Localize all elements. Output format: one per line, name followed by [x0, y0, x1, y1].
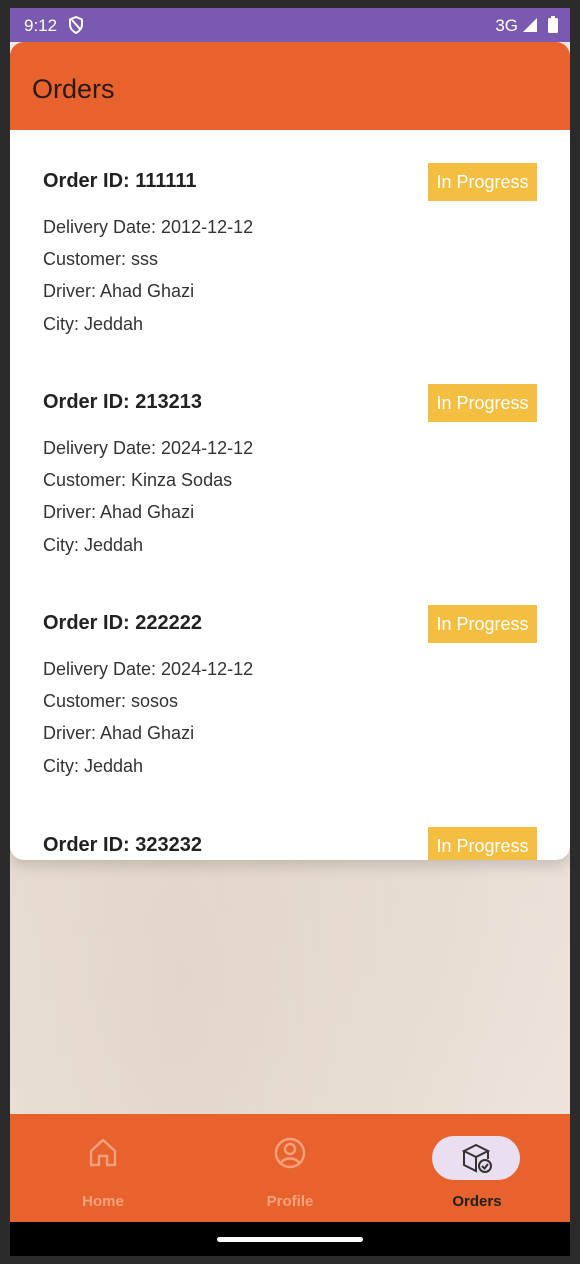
nav-orders[interactable]: Orders	[384, 1114, 570, 1222]
order-customer: Customer: sss	[43, 249, 159, 269]
order-city: City: Jeddah	[43, 314, 144, 334]
order-card[interactable]: Order ID: 222222 In Progress Delivery Da…	[10, 572, 570, 776]
orders-list[interactable]: Order ID: 111111 In Progress Delivery Da…	[10, 130, 570, 860]
nav-profile[interactable]: Profile	[197, 1114, 383, 1222]
status-badge: In Progress	[428, 605, 537, 643]
order-driver: Driver: Ahad Ghazi	[43, 281, 195, 301]
order-card[interactable]: Order ID: 323232 In Progress	[10, 794, 570, 860]
phone-screen: 9:12 3G Orders Order ID: 111111 In Progr…	[10, 8, 570, 1256]
nav-profile-label: Profile	[266, 1193, 314, 1210]
order-id: Order ID: 111111	[43, 170, 197, 192]
battery-icon	[548, 16, 558, 38]
nav-orders-label: Orders	[452, 1193, 502, 1210]
network-type: 3G	[495, 16, 518, 35]
app-header: Orders	[10, 42, 570, 130]
order-card[interactable]: Order ID: 213213 In Progress Delivery Da…	[10, 351, 570, 555]
nav-home-label: Home	[82, 1193, 124, 1210]
shield-icon	[68, 15, 84, 39]
order-delivery-date: Delivery Date: 2012-12-12	[43, 217, 254, 237]
order-id: Order ID: 323232	[43, 834, 202, 856]
order-city: City: Jeddah	[43, 756, 144, 776]
order-driver: Driver: Ahad Ghazi	[43, 502, 195, 522]
nav-home[interactable]: Home	[10, 1114, 196, 1222]
status-badge: In Progress	[428, 384, 537, 422]
gesture-handle[interactable]	[217, 1237, 363, 1242]
page-title: Orders	[32, 74, 115, 104]
order-city: City: Jeddah	[43, 535, 144, 555]
gesture-bar	[10, 1222, 570, 1256]
status-badge: In Progress	[428, 827, 537, 860]
status-time: 9:12	[24, 16, 58, 35]
order-id: Order ID: 213213	[43, 391, 202, 413]
package-icon	[460, 1141, 494, 1180]
status-bar: 9:12 3G	[10, 8, 570, 42]
order-delivery-date: Delivery Date: 2024-12-12	[43, 659, 254, 679]
order-driver: Driver: Ahad Ghazi	[43, 723, 195, 743]
order-delivery-date: Delivery Date: 2024-12-12	[43, 438, 254, 458]
bottom-navigation: Home Profile Orders	[10, 1114, 570, 1222]
order-customer: Customer: sosos	[43, 691, 179, 711]
signal-icon	[522, 17, 538, 38]
profile-icon	[273, 1136, 307, 1175]
order-customer: Customer: Kinza Sodas	[43, 470, 233, 490]
status-badge: In Progress	[428, 163, 537, 201]
order-id: Order ID: 222222	[43, 612, 202, 634]
order-card[interactable]: Order ID: 111111 In Progress Delivery Da…	[10, 130, 570, 334]
home-icon	[86, 1136, 120, 1175]
